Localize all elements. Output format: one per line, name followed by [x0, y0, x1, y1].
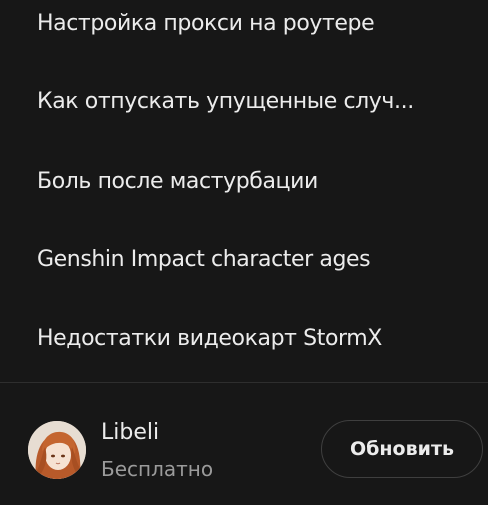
history-item-label: Как отпускать упущенные случ... [37, 89, 414, 114]
user-plan: Бесплатно [101, 457, 214, 481]
upgrade-button[interactable]: Обновить [321, 420, 483, 478]
history-item-label: Genshin Impact character ages [37, 247, 371, 272]
history-item[interactable]: Недостатки видеокарт StormX [0, 315, 488, 363]
history-item[interactable]: Настройка прокси на роутере [0, 0, 488, 48]
history-item[interactable]: Genshin Impact character ages [0, 236, 488, 284]
anime-avatar-icon [28, 421, 86, 479]
history-item-label: Боль после мастурбации [37, 169, 318, 194]
history-item-label: Недостатки видеокарт StormX [37, 326, 382, 351]
history-item[interactable]: Как отпускать упущенные случ... [0, 78, 488, 126]
history-item[interactable]: Боль после мастурбации [0, 158, 488, 206]
user-name: Libeli [101, 420, 160, 445]
account-section: Libeli Бесплатно Обновить [0, 383, 488, 505]
avatar[interactable] [28, 421, 86, 479]
history-item-label: Настройка прокси на роутере [37, 11, 375, 36]
